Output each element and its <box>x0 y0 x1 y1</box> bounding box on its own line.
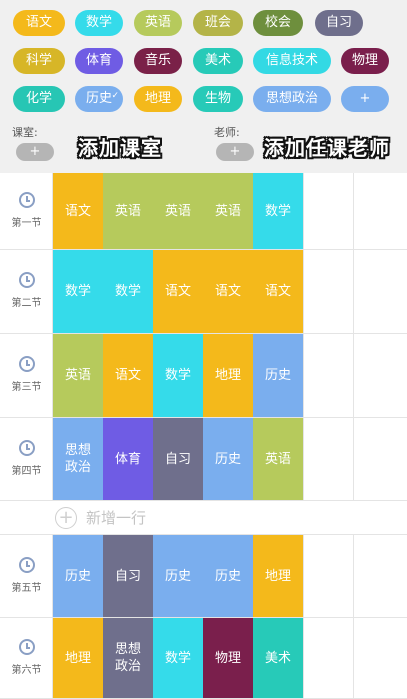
add-classroom-button[interactable]: + <box>16 143 54 161</box>
timetable-cell[interactable]: 语文 <box>103 334 153 417</box>
period-row: 第一节 语文 英语 英语 英语 数学 <box>0 173 407 250</box>
subject-chip-huaxue[interactable]: 化学 <box>13 86 65 112</box>
subject-chip-zixi[interactable]: 自习 <box>315 10 363 36</box>
classroom-label: 课室: <box>12 126 38 139</box>
clock-icon <box>19 439 35 456</box>
timetable-cell[interactable]: 数学 <box>103 250 153 333</box>
subject-chip-yuwen[interactable]: 语文 <box>13 10 65 36</box>
subject-chip-tiyu[interactable]: 体育 <box>75 48 123 74</box>
empty-cell[interactable] <box>353 173 403 249</box>
period-header[interactable]: 第五节 <box>0 535 53 617</box>
clock-icon <box>19 272 35 288</box>
subject-chip-sixiang[interactable]: 思想政治 <box>253 86 331 112</box>
empty-cell[interactable] <box>353 618 403 698</box>
empty-cell[interactable] <box>353 418 403 500</box>
period-header[interactable]: 第三节 <box>0 334 53 417</box>
subject-chip-meishu[interactable]: 美术 <box>193 48 243 74</box>
timetable-cell[interactable]: 美术 <box>253 618 303 698</box>
subject-chip-kexue[interactable]: 科学 <box>13 48 65 74</box>
empty-cell[interactable] <box>353 250 403 333</box>
timetable-cell[interactable]: 英语 <box>153 173 203 249</box>
period-label: 第五节 <box>11 582 42 594</box>
timetable-cell[interactable]: 数学 <box>53 250 103 333</box>
timetable-cell[interactable]: 数学 <box>153 618 203 698</box>
timetable-cell[interactable]: 英语 <box>53 334 103 417</box>
subject-chip-xiaohui[interactable]: 校会 <box>253 10 303 36</box>
subject-chip-yinyue[interactable]: 音乐 <box>134 48 182 74</box>
timetable-cell[interactable]: 自习 <box>103 535 153 617</box>
empty-cell[interactable] <box>303 618 353 698</box>
empty-cell[interactable] <box>303 250 353 333</box>
timetable-cell[interactable]: 地理 <box>53 618 103 698</box>
plus-circle-icon: + <box>55 507 77 529</box>
timetable-cell[interactable]: 历史 <box>53 535 103 617</box>
period-row: 第二节 数学 数学 语文 语文 语文 <box>0 250 407 334</box>
subject-chip-dili[interactable]: 地理 <box>134 86 182 112</box>
subject-palette-panel: 语文 数学 英语 班会 校会 自习科学 体育 音乐 美术 信息技术 物理化学 历史 ✓ 地理 生物 思想政治 +… <box>0 0 407 173</box>
timetable-cell[interactable]: 英语 <box>103 173 153 249</box>
subject-chip-wuli[interactable]: 物理 <box>341 48 389 74</box>
clock-icon <box>19 191 35 208</box>
timetable-cell[interactable]: 语文 <box>203 250 253 333</box>
timetable-cell[interactable]: 英语 <box>203 173 253 249</box>
period-header[interactable]: 第二节 <box>0 250 53 333</box>
empty-cell[interactable] <box>303 418 353 500</box>
period-row: 第六节 地理 思想 政治 数学 物理 美术 <box>0 618 407 699</box>
empty-cell[interactable] <box>353 334 403 417</box>
period-label: 第二节 <box>11 298 42 309</box>
period-label: 第一节 <box>11 217 42 229</box>
timetable-cell[interactable]: 历史 <box>253 334 303 417</box>
timetable-cell[interactable]: 数学 <box>153 334 203 417</box>
empty-cell[interactable] <box>303 334 353 417</box>
period-row: 第四节 思想 政治 体育 自习 历史 英语 <box>0 418 407 501</box>
selected-check-icon: ✓ <box>111 91 119 101</box>
timetable-cell[interactable]: 思想 政治 <box>53 418 103 500</box>
clock-icon <box>19 556 35 573</box>
clock-icon <box>19 356 35 372</box>
timetable-cell[interactable]: 历史 <box>203 418 253 500</box>
period-label: 第四节 <box>11 465 42 477</box>
timetable-cell[interactable]: 语文 <box>153 250 203 333</box>
timetable-cell[interactable]: 语文 <box>53 173 103 249</box>
timetable-cell[interactable]: 地理 <box>253 535 303 617</box>
subject-chip-xinxi[interactable]: 信息技术 <box>253 48 331 74</box>
subject-chip-shengwu[interactable]: 生物 <box>193 86 243 112</box>
subject-chip-banhui[interactable]: 班会 <box>193 10 243 36</box>
timetable-cell[interactable]: 历史 <box>153 535 203 617</box>
timetable-cell[interactable]: 思想 政治 <box>103 618 153 698</box>
timetable-cell[interactable]: 语文 <box>253 250 303 333</box>
timetable-cell[interactable]: 地理 <box>203 334 253 417</box>
timetable-cell[interactable]: 体育 <box>103 418 153 500</box>
period-header[interactable]: 第六节 <box>0 618 53 698</box>
caption-add-teacher: 添加任课老师 <box>264 136 390 160</box>
period-header[interactable]: 第四节 <box>0 418 53 500</box>
timetable-cell[interactable]: 英语 <box>253 418 303 500</box>
period-row: 第五节 历史 自习 历史 历史 地理 <box>0 535 407 618</box>
timetable-cell[interactable]: 历史 <box>203 535 253 617</box>
empty-cell[interactable] <box>353 535 403 617</box>
timetable-cell[interactable]: 物理 <box>203 618 253 698</box>
clock-icon <box>19 638 35 655</box>
empty-cell[interactable] <box>303 535 353 617</box>
timetable-cell[interactable]: 自习 <box>153 418 203 500</box>
add-teacher-button[interactable]: + <box>216 143 254 161</box>
add-subject-button[interactable]: + <box>341 86 389 112</box>
period-header[interactable]: 第一节 <box>0 173 53 249</box>
period-label: 第三节 <box>11 382 42 393</box>
add-row-label: 新增一行 <box>86 509 147 527</box>
period-label: 第六节 <box>11 664 42 676</box>
timetable-grid: 第一节 语文 英语 英语 英语 数学 第二节 数学 数学 语文 语文 语文 第三节 英语 语文 数学 地理 历史第… <box>0 173 407 699</box>
subject-chip-lishi[interactable]: 历史 ✓ <box>75 86 123 112</box>
timetable-cell[interactable]: 数学 <box>253 173 303 249</box>
empty-cell[interactable] <box>303 173 353 249</box>
subject-chip-yingyu[interactable]: 英语 <box>134 10 182 36</box>
teacher-label: 老师: <box>214 126 240 139</box>
add-row-button[interactable]: + 新增一行 <box>0 501 407 535</box>
caption-add-classroom: 添加课室 <box>78 136 162 160</box>
subject-chip-shuxue[interactable]: 数学 <box>75 10 123 36</box>
period-row: 第三节 英语 语文 数学 地理 历史 <box>0 334 407 418</box>
